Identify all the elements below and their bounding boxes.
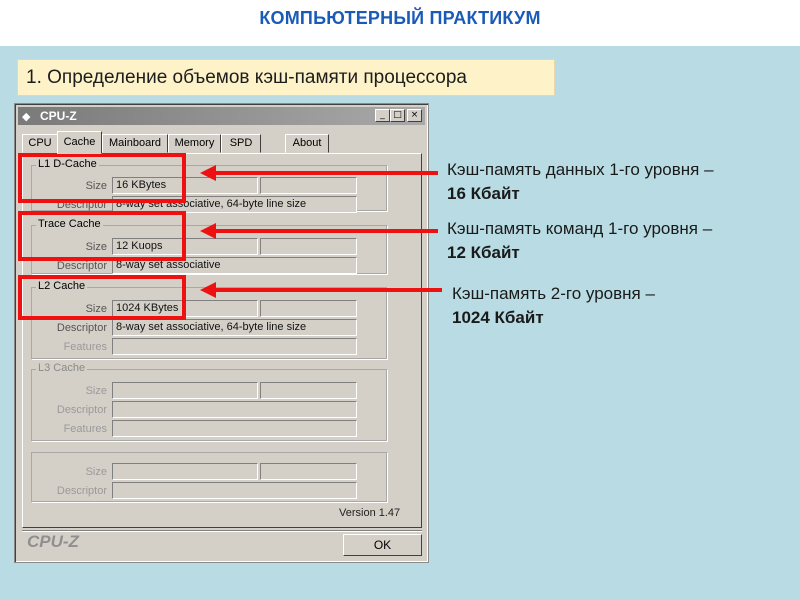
l2-highlight-box (18, 275, 186, 320)
tab-cache[interactable]: Cache (57, 131, 102, 154)
ok-button[interactable]: OK (343, 534, 422, 556)
l2-features-label: Features (63, 341, 107, 353)
l2-descriptor-field: 8-way set associative, 64-byte line size (112, 319, 357, 336)
l3-features-field (112, 420, 357, 437)
arrow-line-1 (214, 171, 438, 175)
tab-cpu[interactable]: CPU (22, 134, 58, 153)
note-trace-value: 12 Кбайт (447, 243, 520, 262)
subtitle-box: 1. Определение объемов кэш-памяти процес… (17, 59, 555, 96)
l1-size-extra-field (260, 177, 357, 194)
l2-size-extra-field (260, 300, 357, 317)
arrow-head-3 (200, 282, 216, 298)
subtitle-text: 1. Определение объемов кэш-памяти процес… (26, 67, 467, 88)
note-trace-text: Кэш-память команд 1-го уровня – (447, 219, 713, 238)
l3-size-extra-field (260, 382, 357, 399)
tab-mainboard[interactable]: Mainboard (102, 134, 168, 153)
extra-descriptor-label: Descriptor (56, 485, 107, 497)
cpu-z-brand: CPU-Z (27, 532, 79, 551)
note-l2-text: Кэш-память 2-го уровня – (452, 284, 655, 303)
note-l2: Кэш-память 2-го уровня – 1024 Кбайт (452, 282, 655, 330)
tab-spd[interactable]: SPD (221, 134, 261, 153)
note-l1: Кэш-память данных 1-го уровня – 16 Кбайт (447, 158, 714, 206)
window-title: CPU-Z (40, 109, 77, 123)
arrow-line-3 (214, 288, 442, 292)
slide-title: КОМПЬЮТЕРНЫЙ ПРАКТИКУМ (259, 8, 541, 28)
l3-features-label: Features (63, 423, 107, 435)
extra-descriptor-field (112, 482, 357, 499)
l1-highlight-box (18, 153, 186, 203)
tab-about[interactable]: About (285, 134, 329, 153)
l3-cache-group: L3 Cache Size Descriptor Features (31, 362, 387, 441)
l3-size-field (112, 382, 258, 399)
l3-cache-label: L3 Cache (36, 362, 88, 374)
l2-descriptor-label: Descriptor (56, 322, 107, 334)
l2-features-field (112, 338, 357, 355)
trace-descriptor-label: Descriptor (56, 260, 107, 272)
l3-descriptor-field (112, 401, 357, 418)
l3-descriptor-label: Descriptor (56, 404, 107, 416)
extra-size-extra-field (260, 463, 357, 480)
extra-cache-group: Size Descriptor (31, 452, 387, 502)
note-l2-value: 1024 Кбайт (452, 308, 544, 327)
cpu-z-icon: ◆ (22, 111, 31, 123)
l3-size-label: Size (85, 385, 107, 397)
footer-divider (22, 530, 422, 532)
extra-size-field (112, 463, 258, 480)
tab-memory[interactable]: Memory (168, 134, 221, 153)
window-titlebar[interactable]: ◆ CPU-Z _ □ × (18, 107, 425, 125)
note-trace: Кэш-память команд 1-го уровня – 12 Кбайт (447, 217, 712, 265)
minimize-button[interactable]: _ (375, 109, 390, 122)
slide-header: КОМПЬЮТЕРНЫЙ ПРАКТИКУМ (0, 0, 800, 46)
maximize-button[interactable]: □ (390, 109, 405, 122)
note-l1-value: 16 Кбайт (447, 184, 520, 203)
arrow-head-2 (200, 223, 216, 239)
extra-size-label: Size (85, 466, 107, 478)
arrow-head-1 (200, 165, 216, 181)
trace-highlight-box (18, 211, 186, 261)
close-button[interactable]: × (407, 109, 422, 122)
trace-size-extra-field (260, 238, 357, 255)
version-label: Version 1.47 (339, 507, 401, 519)
cache-panel: L1 D-Cache Size 16 KBytes Descriptor 8-w… (22, 153, 422, 528)
note-l1-text: Кэш-память данных 1-го уровня – (447, 160, 714, 179)
arrow-line-2 (214, 229, 438, 233)
